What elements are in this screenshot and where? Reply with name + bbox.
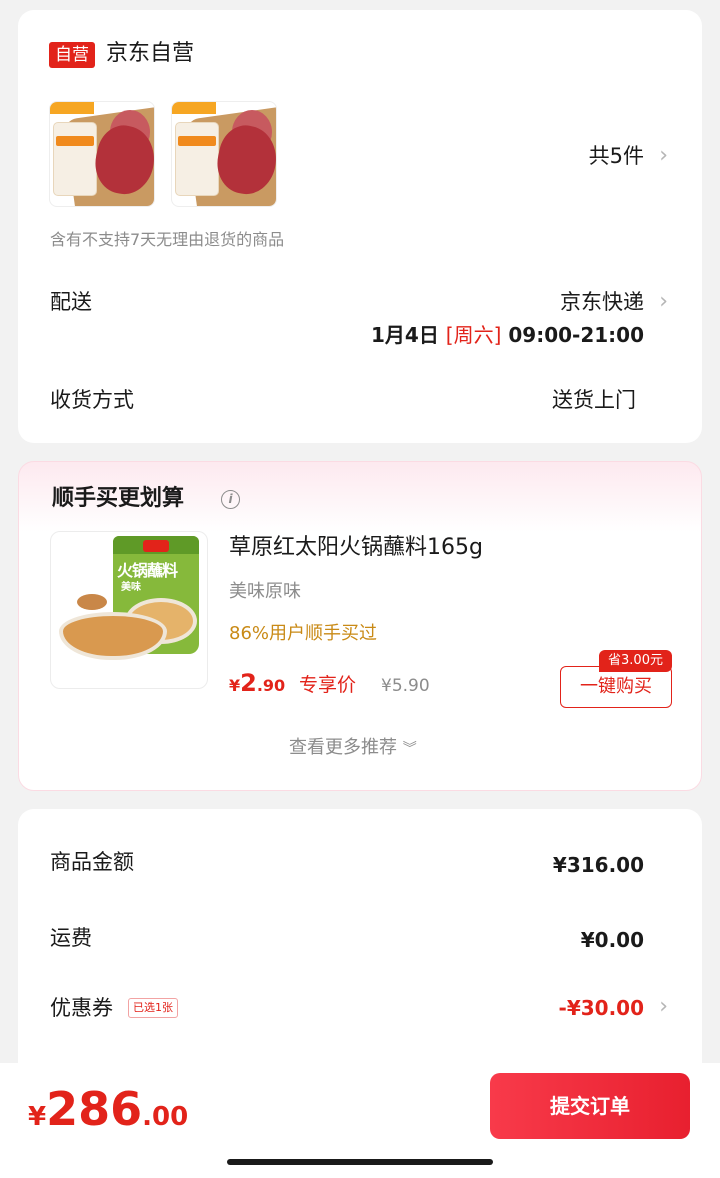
item-count[interactable]: 共5件 <box>589 141 644 171</box>
shipping-fee-value: ¥0.00 <box>580 928 644 952</box>
savings-badge: 省3.00元 <box>599 650 672 672</box>
chevron-right-icon[interactable]: › <box>659 287 668 317</box>
checkout-bar: ¥286.00 提交订单 <box>0 1063 720 1178</box>
delivery-time[interactable]: 1月4日 [周六] 09:00-21:00 <box>371 320 644 350</box>
product-thumbnail[interactable] <box>171 101 277 207</box>
total-price: ¥286.00 <box>28 1082 189 1136</box>
one-click-buy-button[interactable]: 一键购买 <box>560 666 672 708</box>
goods-amount-value: ¥316.00 <box>552 853 644 877</box>
submit-order-button[interactable]: 提交订单 <box>490 1073 690 1139</box>
home-indicator[interactable] <box>227 1159 493 1165</box>
delivery-carrier[interactable]: 京东快递 <box>560 287 644 317</box>
order-card: 自营 京东自营 共5件 › 含有不支持7天无理由退货的商品 配送 京东快递 › … <box>18 10 702 443</box>
product-thumbnail[interactable] <box>49 101 155 207</box>
chevron-right-icon[interactable]: › <box>659 992 668 1022</box>
more-recommendations-link[interactable]: 查看更多推荐 ︾ <box>289 735 417 762</box>
delivery-weekday: [周六] <box>445 323 502 347</box>
delivery-window: 09:00-21:00 <box>508 323 644 347</box>
product-name[interactable]: 草原红太阳火锅蘸料165g <box>229 532 483 564</box>
product-image[interactable]: 火锅蘸料 美味 <box>50 531 208 689</box>
bag-sub-label: 美味 <box>121 582 141 593</box>
exclusive-price: ¥2.90 <box>229 669 286 697</box>
delivery-label: 配送 <box>50 290 92 314</box>
chevron-right-icon[interactable]: › <box>659 141 668 171</box>
coupon-selected-tag: 已选1张 <box>128 998 178 1018</box>
info-icon[interactable]: i <box>221 490 240 509</box>
shipping-fee-label: 运费 <box>50 926 92 950</box>
chevron-down-icon: ︾ <box>402 741 417 757</box>
delivery-date: 1月4日 <box>370 323 439 347</box>
return-policy-note: 含有不支持7天无理由退货的商品 <box>50 230 285 249</box>
bag-label: 火锅蘸料 <box>117 561 178 580</box>
recommendation-title: 顺手买更划算 <box>52 486 185 511</box>
store-name: 京东自营 <box>106 41 195 66</box>
goods-amount-label: 商品金额 <box>50 850 134 874</box>
recommendation-card: 顺手买更划算 i 火锅蘸料 美味 草原红太阳火锅蘸料165g 美味原味 86%用… <box>18 461 702 791</box>
receive-method-value[interactable]: 送货上门 <box>552 385 636 415</box>
coupon-label: 优惠券 <box>50 996 113 1020</box>
purchase-rate: 86%用户顺手买过 <box>229 623 378 644</box>
receive-method-label: 收货方式 <box>50 388 134 412</box>
product-spec: 美味原味 <box>229 581 301 602</box>
self-operated-badge: 自营 <box>49 42 95 68</box>
exclusive-price-tag: 专享价 <box>299 674 357 696</box>
original-price: ¥5.90 <box>381 676 430 696</box>
coupon-value[interactable]: -¥30.00 <box>559 993 644 1023</box>
more-recommendations-label: 查看更多推荐 <box>289 737 397 758</box>
